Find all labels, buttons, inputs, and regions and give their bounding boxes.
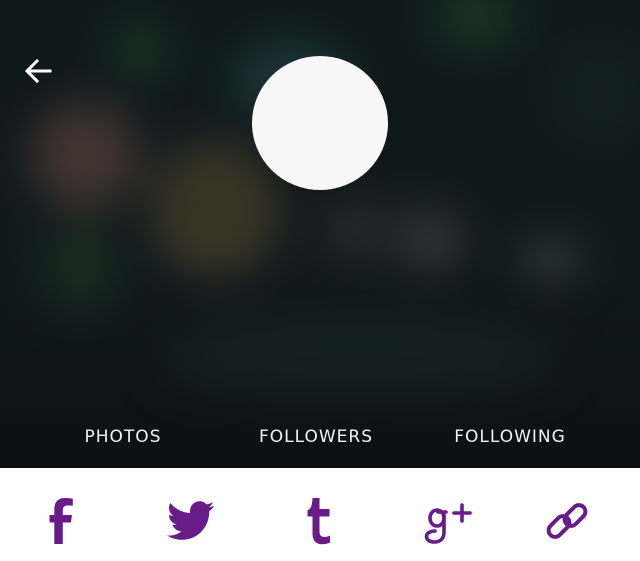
arrow-left-icon: [24, 58, 52, 84]
profile-stats: PHOTOS FOLLOWERS FOLLOWING: [0, 424, 640, 450]
profile-header: PHOTOS FOLLOWERS FOLLOWING: [0, 0, 640, 468]
back-button[interactable]: [22, 56, 56, 86]
google-plus-share-button[interactable]: [422, 494, 478, 548]
facebook-icon: [49, 498, 73, 544]
tumblr-icon: [307, 498, 330, 545]
avatar[interactable]: [252, 56, 388, 190]
stat-following[interactable]: FOLLOWING: [454, 424, 566, 450]
stat-photos[interactable]: PHOTOS: [85, 424, 162, 450]
stat-followers[interactable]: FOLLOWERS: [259, 424, 373, 450]
tumblr-share-button[interactable]: [291, 494, 347, 548]
copy-link-button[interactable]: [539, 494, 595, 548]
profile-screen: PHOTOS FOLLOWERS FOLLOWING: [0, 0, 640, 561]
twitter-icon: [167, 501, 215, 540]
link-icon: [546, 503, 588, 539]
share-bar: [0, 468, 640, 561]
google-plus-icon: [424, 503, 472, 544]
twitter-share-button[interactable]: [163, 494, 219, 548]
facebook-share-button[interactable]: [35, 494, 91, 548]
